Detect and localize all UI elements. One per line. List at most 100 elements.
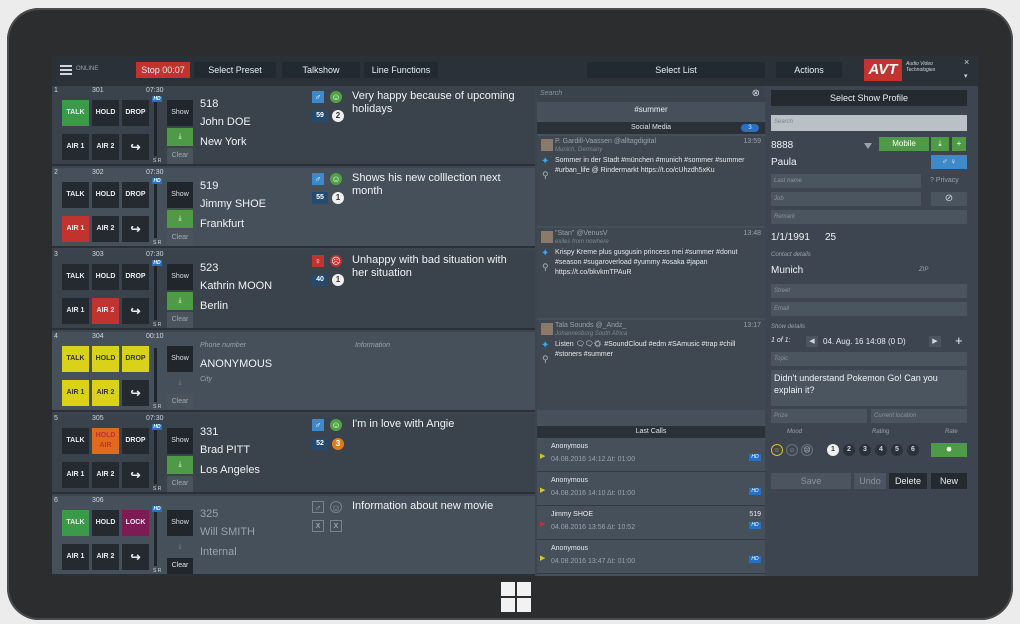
hold-button[interactable]: HOLD — [92, 510, 119, 536]
rating-4[interactable]: 4 — [875, 444, 887, 456]
last-call-item[interactable]: ▶ Anonymous 04.08.2016 13:47 Δt: 01:00 H… — [537, 542, 765, 574]
phone-dropdown-icon[interactable] — [864, 143, 872, 149]
search-icon[interactable]: ⚲ — [542, 170, 549, 181]
gender-button[interactable]: ♂ ♀ — [931, 155, 967, 169]
talk-button[interactable]: TALK — [62, 264, 89, 290]
hold-button[interactable]: HOLD — [92, 100, 119, 126]
search-icon[interactable]: ⚲ — [542, 354, 549, 365]
show-button[interactable]: Show — [167, 100, 193, 126]
select-preset-button[interactable]: Select Preset — [194, 62, 276, 78]
air2-button[interactable]: AIR 2 — [92, 380, 119, 406]
rating-2[interactable]: 2 — [843, 444, 855, 456]
new-button[interactable]: New — [931, 473, 967, 489]
show-button[interactable]: Show — [167, 182, 193, 208]
tweet[interactable]: Tala Sounds @_Andz_ Johannesburg South A… — [537, 320, 765, 410]
show-button[interactable]: Show — [167, 264, 193, 290]
close-icon[interactable]: × — [964, 57, 969, 67]
job-field[interactable]: Job — [771, 192, 921, 206]
clear-button[interactable]: Clear — [167, 558, 193, 574]
tweet[interactable]: P. Gardill-Vaassen @alltagdigital Munich… — [537, 136, 765, 226]
add-phone-button[interactable]: + — [952, 137, 966, 151]
download-icon[interactable]: ⤓ — [167, 456, 193, 474]
windows-logo-icon[interactable] — [501, 582, 531, 612]
show-button[interactable]: Show — [167, 510, 193, 536]
forward-icon[interactable]: ↪ — [122, 462, 149, 488]
clear-button[interactable]: Clear — [167, 476, 193, 492]
air1-button[interactable]: AIR 1 — [62, 462, 89, 488]
select-list-button[interactable]: Select List — [587, 62, 765, 78]
clear-button[interactable]: Clear — [167, 312, 193, 328]
dob-field[interactable]: 1/1/1991 — [771, 232, 810, 243]
clear-button[interactable]: Clear — [167, 148, 193, 164]
last-call-item[interactable]: ▶ Anonymous 04.08.2016 14:12 Δt: 01:00 H… — [537, 440, 765, 472]
actions-button[interactable]: Actions — [776, 62, 842, 78]
profile-search-input[interactable]: Search — [771, 115, 967, 131]
download-icon[interactable]: ⤓ — [167, 210, 193, 228]
mood-sad-icon[interactable]: ☹ — [801, 444, 813, 456]
show-button[interactable]: Show — [167, 346, 193, 372]
zip-field[interactable]: ZIP — [919, 267, 928, 273]
talk-button[interactable]: TALK — [62, 428, 89, 454]
hold-button[interactable]: HOLD — [92, 182, 119, 208]
next-icon[interactable]: ▶ — [929, 336, 941, 347]
download-icon[interactable]: ⤓ — [167, 374, 193, 392]
last-name-field[interactable]: Last name — [771, 174, 921, 188]
save-button[interactable]: Save — [771, 473, 851, 489]
air1-button[interactable]: AIR 1 — [62, 380, 89, 406]
hold-button[interactable]: HOLD AIR — [92, 428, 119, 454]
talkshow-button[interactable]: Talkshow — [282, 62, 360, 78]
mood-neutral-icon[interactable]: ☺ — [786, 444, 798, 456]
show-button[interactable]: Show — [167, 428, 193, 454]
forward-icon[interactable]: ↪ — [122, 134, 149, 160]
mood-happy-icon[interactable]: ☺ — [771, 444, 783, 456]
talk-button[interactable]: TALK — [62, 346, 89, 372]
hold-button[interactable]: HOLD — [92, 346, 119, 372]
last-call-item[interactable]: ▶ Anonymous 04.08.2016 14:10 Δt: 01:00 H… — [537, 474, 765, 506]
search-icon[interactable]: ⚲ — [542, 262, 549, 273]
topic-field[interactable]: Topic — [771, 352, 967, 366]
talk-button[interactable]: TALK — [62, 100, 89, 126]
stop-button[interactable]: Stop 00:07 — [136, 62, 190, 78]
air2-button[interactable]: AIR 2 — [92, 544, 119, 570]
download-icon[interactable]: ⤓ — [167, 538, 193, 556]
air2-button[interactable]: AIR 2 — [92, 134, 119, 160]
air1-button[interactable]: AIR 1 — [62, 298, 89, 324]
social-search-input[interactable]: Search ⊗ — [537, 86, 765, 102]
forward-icon[interactable]: ↪ — [122, 298, 149, 324]
clear-button[interactable]: Clear — [167, 230, 193, 246]
rating-3[interactable]: 3 — [859, 444, 871, 456]
current-location-field[interactable]: Current location — [871, 409, 967, 423]
download-icon[interactable]: ⤓ — [931, 137, 949, 151]
rating-6[interactable]: 6 — [907, 444, 919, 456]
lock-button[interactable]: LOCK — [122, 510, 149, 536]
drop-button[interactable]: DROP — [122, 428, 149, 454]
air1-button[interactable]: AIR 1 — [62, 544, 89, 570]
rating-1[interactable]: 1 — [827, 444, 839, 456]
add-show-button[interactable]: + — [955, 333, 963, 348]
drop-button[interactable]: DROP — [122, 264, 149, 290]
phone-field[interactable]: 8888 — [771, 140, 793, 151]
delete-button[interactable]: Delete — [889, 473, 927, 489]
air2-button[interactable]: AIR 2 — [92, 462, 119, 488]
city-field[interactable]: Munich — [771, 265, 803, 276]
rating-5[interactable]: 5 — [891, 444, 903, 456]
hold-button[interactable]: HOLD — [92, 264, 119, 290]
clear-button[interactable]: Clear — [167, 394, 193, 410]
forward-icon[interactable]: ↪ — [122, 544, 149, 570]
mobile-button[interactable]: Mobile — [879, 137, 929, 151]
privacy-label[interactable]: ? Privacy — [930, 177, 959, 184]
street-field[interactable]: Street — [771, 284, 967, 298]
air1-button[interactable]: AIR 1 — [62, 134, 89, 160]
air2-button[interactable]: AIR 2 — [92, 216, 119, 242]
tweet[interactable]: "Stan" @VenusV exiles from nowhere 13:48… — [537, 228, 765, 318]
prev-icon[interactable]: ◀ — [806, 336, 818, 347]
clear-search-icon[interactable]: ⊗ — [752, 86, 760, 102]
air2-button[interactable]: AIR 2 — [92, 298, 119, 324]
drop-button[interactable]: DROP — [122, 182, 149, 208]
last-call-item[interactable]: ▶ Jimmy SHOE 04.08.2016 13:56 Δt: 10:52 … — [537, 508, 765, 540]
drop-button[interactable]: DROP — [122, 346, 149, 372]
question-field[interactable]: Didn't understand Pokemon Go! Can you ex… — [771, 370, 967, 406]
chevron-down-icon[interactable]: ▾ — [964, 72, 968, 80]
forward-icon[interactable]: ↪ — [122, 380, 149, 406]
forward-icon[interactable]: ↪ — [122, 216, 149, 242]
